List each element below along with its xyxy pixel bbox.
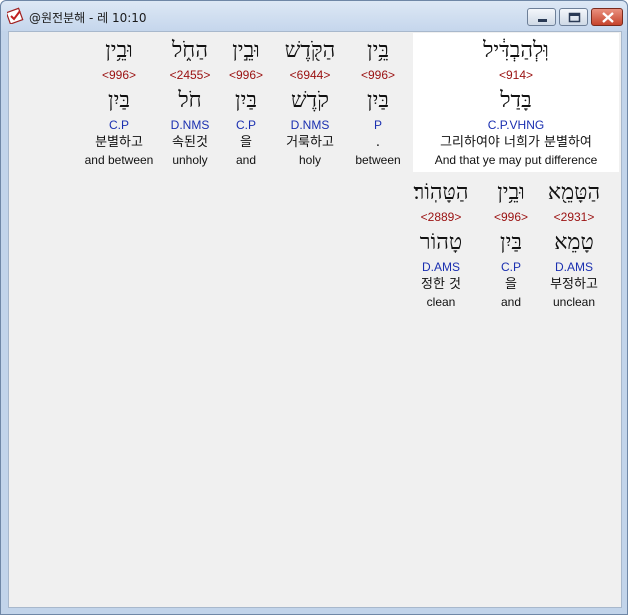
english-gloss: between [355,153,401,167]
hebrew-word: הַקֹּ֖דֶשׁ [284,38,336,63]
lexeme: טָהוֹר [419,230,463,255]
lexeme: בַּיִן [500,230,522,255]
english-gloss: holy [298,153,321,167]
close-icon [602,12,614,23]
word-cell[interactable]: וּֽלְהַבְדִּ֔יל <914> בָּדַל C.P.VHNG 그리… [413,36,619,169]
minimize-icon [538,19,547,22]
strong-number[interactable]: <2889> [399,208,483,226]
korean-gloss: . [375,135,381,150]
strong-number[interactable]: <996> [221,66,271,84]
word-cell[interactable]: וּבֵ֥ין <996> בַּיִן C.P 분별하고 and betwee… [79,36,159,169]
morphology: P [373,118,382,132]
close-button[interactable] [591,8,623,26]
hebrew-word: וּבֵ֥ין [105,38,133,63]
english-gloss: and [235,153,257,167]
hebrew-word: הַטָּמֵ֖א [547,180,601,205]
app-icon [5,7,24,25]
maximize-icon [568,12,581,23]
lexeme: חֹל [178,88,202,113]
interlinear-panel[interactable]: וּֽלְהַבְדִּ֔יל <914> בָּדַל C.P.VHNG 그리… [8,31,622,608]
english-gloss: and [500,295,522,309]
strong-number[interactable]: <996> [79,66,159,84]
lexeme: טָמֵא [554,230,594,255]
english-gloss: unclean [552,295,596,309]
hebrew-word: הַטָּהֽוֹר׃ [413,180,469,205]
strong-number[interactable]: <996> [483,208,539,226]
morphology: C.P.VHNG [487,118,545,132]
morphology: C.P [108,118,129,132]
english-gloss: and between [84,153,154,167]
hebrew-word: וּבֵ֥ין [497,180,525,205]
strong-number[interactable]: <914> [413,66,619,84]
korean-gloss: 을 [240,135,252,150]
app-window: @원전분해 - 레 10:10 וּֽלְהַבְדִּ֔יל <914> בָ… [0,0,628,615]
maximize-button[interactable] [559,8,588,26]
word-cell[interactable]: וּבֵ֥ין <996> בַּיִן C.P 을 and [483,178,539,311]
word-cell[interactable]: הַקֹּ֖דֶשׁ <6944> קֹדֶשׁ D.NMS 거룩하고 holy [277,36,343,169]
word-cell[interactable]: הַטָּמֵ֖א <2931> טָמֵא D.AMS 부정하고 unclea… [537,178,611,311]
hebrew-word: וּֽלְהַבְדִּ֔יל [483,38,549,63]
window-title: @원전분해 - 레 10:10 [29,11,147,25]
hebrew-word: וּבֵ֣ין [232,38,260,63]
lexeme: בַּיִן [108,88,130,113]
korean-gloss: 정한 것 [420,277,461,292]
hebrew-word: בֵּ֥ין [367,38,389,63]
strong-number[interactable]: <996> [351,66,405,84]
english-gloss: clean [426,295,456,309]
lexeme: בָּדַל [500,88,532,113]
morphology: D.AMS [554,260,593,274]
korean-gloss: 부정하고 [550,277,598,292]
word-cell[interactable]: וּבֵ֣ין <996> בַּיִן C.P 을 and [221,36,271,169]
english-gloss: unholy [172,153,208,167]
word-cell[interactable]: הַחֹ֑ל <2455> חֹל D.NMS 속된것 unholy [161,36,219,169]
word-cell[interactable]: הַטָּהֽוֹר׃ <2889> טָהוֹר D.AMS 정한 것 cle… [399,178,483,311]
korean-gloss: 거룩하고 [286,135,334,150]
minimize-button[interactable] [527,8,556,26]
hebrew-word: הַחֹ֑ל [172,38,208,63]
english-gloss: And that ye may put difference [434,153,598,167]
lexeme: בַּיִן [235,88,257,113]
korean-gloss: 속된것 [172,135,208,150]
morphology: D.AMS [421,260,460,274]
word-cell[interactable]: בֵּ֥ין <996> בַּיִן P . between [351,36,405,169]
strong-number[interactable]: <2455> [161,66,219,84]
korean-gloss: 을 [505,277,517,292]
lexeme: קֹדֶשׁ [291,88,329,113]
morphology: C.P [500,260,521,274]
morphology: C.P [235,118,256,132]
morphology: D.NMS [290,118,330,132]
lexeme: בַּיִן [367,88,389,113]
korean-gloss: 그리하여야 너희가 분별하여 [440,135,592,150]
korean-gloss: 분별하고 [95,135,143,150]
title-bar[interactable]: @원전분해 - 레 10:10 [1,1,627,31]
morphology: D.NMS [170,118,210,132]
strong-number[interactable]: <2931> [537,208,611,226]
strong-number[interactable]: <6944> [277,66,343,84]
